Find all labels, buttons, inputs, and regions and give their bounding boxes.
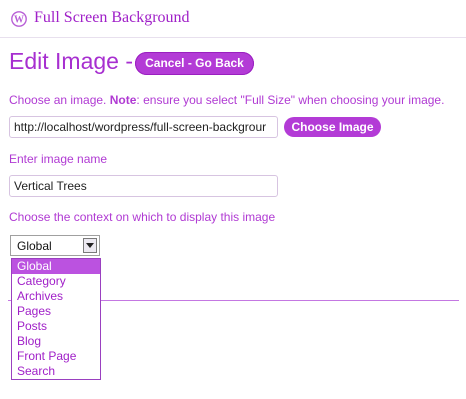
dropdown-option-blog[interactable]: Blog	[12, 334, 100, 349]
instruction-note-label: Note	[109, 93, 137, 107]
instruction-prefix: Choose an image.	[9, 93, 107, 107]
page-title: Edit Image -	[9, 48, 133, 74]
dropdown-option-global[interactable]: Global	[12, 259, 100, 274]
context-select[interactable]: Global	[10, 235, 100, 256]
dropdown-option-pages[interactable]: Pages	[12, 304, 100, 319]
app-title: Full Screen Background	[34, 9, 190, 26]
choose-image-button[interactable]: Choose Image	[284, 117, 381, 137]
image-instructions: Choose an image. Note: ensure you select…	[9, 93, 444, 107]
instruction-suffix: : ensure you select "Full Size" when cho…	[136, 93, 445, 107]
wordpress-logo-icon: W	[11, 11, 27, 27]
context-label: Choose the context on which to display t…	[9, 210, 276, 224]
image-url-input[interactable]: http://localhost/wordpress/full-screen-b…	[9, 116, 278, 138]
context-select-value: Global	[17, 239, 52, 253]
dropdown-option-archives[interactable]: Archives	[12, 289, 100, 304]
cancel-go-back-button[interactable]: Cancel - Go Back	[135, 52, 254, 75]
dropdown-option-search[interactable]: Search	[12, 364, 100, 379]
chevron-down-icon	[86, 243, 94, 248]
image-name-label: Enter image name	[9, 152, 108, 166]
svg-text:W: W	[14, 15, 24, 26]
header-bar: W Full Screen Background	[0, 0, 466, 38]
dropdown-option-front-page[interactable]: Front Page	[12, 349, 100, 364]
image-name-input[interactable]: Vertical Trees	[9, 175, 278, 197]
dropdown-option-category[interactable]: Category	[12, 274, 100, 289]
context-dropdown-list: Global Category Archives Pages Posts Blo…	[11, 258, 101, 380]
dropdown-option-posts[interactable]: Posts	[12, 319, 100, 334]
dropdown-arrow-button[interactable]	[83, 238, 97, 253]
